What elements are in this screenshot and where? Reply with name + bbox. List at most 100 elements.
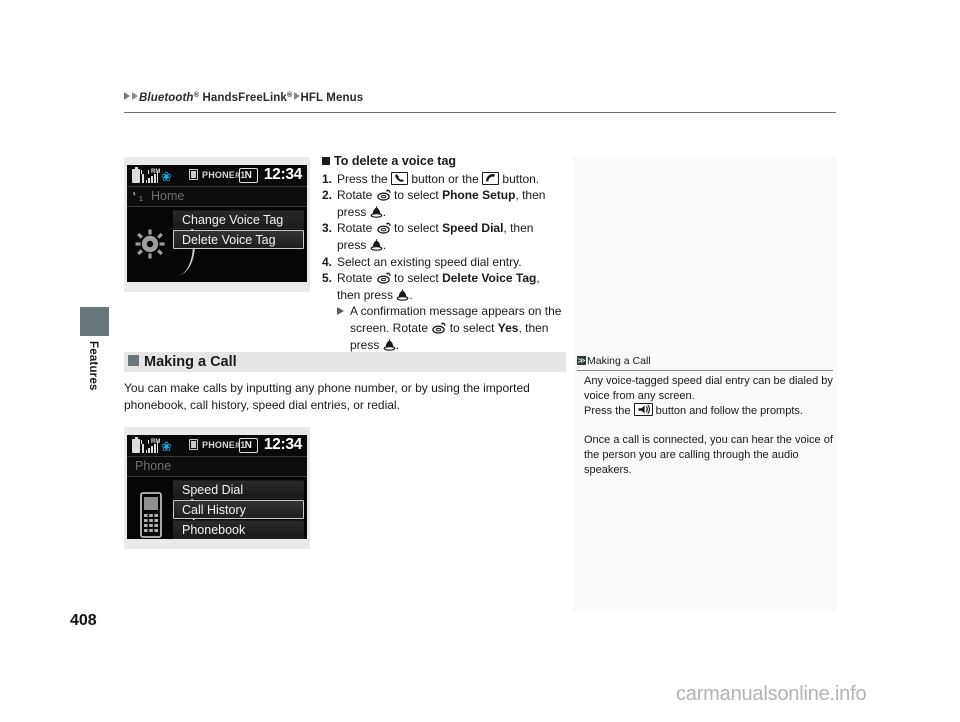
instruction-title: To delete a voice tag xyxy=(322,153,566,170)
roaming-label: RM xyxy=(151,169,161,175)
note-text-2b: button and follow the prompts. xyxy=(652,405,803,418)
step-number-5: 5. xyxy=(322,271,333,286)
enter-knob-icon-sub xyxy=(383,338,396,352)
note-paragraph-2: Press the button and follow the prompts. xyxy=(584,403,834,419)
battery-icon-2 xyxy=(132,437,140,453)
menu-area-2: Speed Dial Call History Phonebook xyxy=(127,477,307,539)
step5-pre: Rotate xyxy=(337,271,376,286)
battery-icon xyxy=(132,167,140,183)
svg-text:1: 1 xyxy=(139,196,143,203)
mobile-phone-icon xyxy=(139,491,165,539)
step-text-5: Rotate to select Delete Voice Tag, then … xyxy=(337,270,566,303)
step2-bold: Phone Setup xyxy=(442,188,516,203)
note-divider xyxy=(577,370,833,371)
menu-item-change-voice-tag[interactable]: Change Voice Tag xyxy=(173,210,304,229)
menu-item-call-history[interactable]: Call History xyxy=(173,500,304,519)
step-number-4: 4. xyxy=(322,254,333,269)
device-screenshot-home-menu: RM ❀ PHONE#1 N 12:34 1 Home Change Voice… xyxy=(124,157,310,292)
instruction-step-1: 1. Press the button or the button. xyxy=(322,171,566,188)
enter-knob-icon-3 xyxy=(370,238,383,252)
clock-2: 12:34 xyxy=(263,436,302,453)
breadcrumb-segment-hfl-menus: HFL Menus xyxy=(300,92,364,104)
menu-item-speed-dial[interactable]: Speed Dial xyxy=(173,480,304,499)
note-marker-icon: ≫ xyxy=(577,356,586,365)
note-text-1: Any voice-tagged speed dial entry can be… xyxy=(584,375,833,402)
instruction-step-2: 2. Rotate to select Phone Setup, then pr… xyxy=(322,187,566,220)
status-bar-left-icons-2: RM ❀ xyxy=(132,437,172,453)
step2-mid: to select xyxy=(390,188,443,203)
note-body: Any voice-tagged speed dial entry can be… xyxy=(584,374,834,477)
status-bar-phone-indicator-2: PHONE#1 xyxy=(189,439,245,450)
instruction-step-4: 4. Select an existing speed dial entry. xyxy=(322,254,566,271)
step2-period: . xyxy=(382,204,387,219)
step1-pre: Press the xyxy=(337,171,392,186)
step3-period: . xyxy=(382,237,387,252)
rotary-knob-icon-sub xyxy=(431,321,446,335)
signal-strength-icon: RM xyxy=(141,169,161,183)
step3-pre: Rotate xyxy=(337,221,376,236)
step1-post: button. xyxy=(499,171,540,186)
device-bezel-top-2 xyxy=(124,427,310,435)
status-bar-right-2: N 12:34 xyxy=(238,436,302,453)
instruction-title-text: To delete a voice tag xyxy=(334,154,457,168)
note-paragraph-1: Any voice-tagged speed dial entry can be… xyxy=(584,374,834,403)
menu-item-delete-voice-tag[interactable]: Delete Voice Tag xyxy=(173,230,304,249)
menu-list: Change Voice Tag Delete Voice Tag xyxy=(173,210,304,250)
sim-card-icon xyxy=(189,169,198,180)
screen-title-row-2: Phone xyxy=(127,457,307,477)
roaming-label-2: RM xyxy=(151,439,161,445)
note-text-3: Once a call is connected, you can hear t… xyxy=(584,434,833,476)
step-text-2: Rotate to select Phone Setup, then press… xyxy=(337,187,566,220)
menu-item-phonebook[interactable]: Phonebook xyxy=(173,520,304,539)
step3-bold: Speed Dial xyxy=(442,221,504,236)
section-square-icon xyxy=(128,355,139,366)
pickup-phone-button-icon xyxy=(391,171,409,185)
section-tab-label: Features xyxy=(87,341,99,391)
substep-period: . xyxy=(395,337,400,352)
gear-position-badge: N xyxy=(238,167,258,183)
note-header-text: Making a Call xyxy=(587,355,651,367)
instruction-step-5: 5. Rotate to select Delete Voice Tag, th… xyxy=(322,270,566,303)
step-number-2: 2. xyxy=(322,188,333,203)
status-bar-right: N 12:34 xyxy=(238,166,302,183)
status-bar-phone-indicator: PHONE#1 xyxy=(189,169,245,180)
rotary-knob-icon-3 xyxy=(376,221,391,235)
device-bezel-bottom-2 xyxy=(124,539,310,549)
hangup-phone-button-icon xyxy=(482,171,500,185)
substep-bold: Yes xyxy=(497,320,519,335)
step5-mid: to select xyxy=(390,271,443,286)
device-bezel-bottom xyxy=(124,282,310,292)
sim-card-icon-2 xyxy=(189,439,198,450)
status-bar-left-icons: RM ❀ xyxy=(132,167,172,183)
gear-icon xyxy=(135,229,165,259)
step-text-1: Press the button or the button. xyxy=(337,171,566,188)
breadcrumb-segment-bluetooth: Bluetooth xyxy=(139,92,194,104)
breadcrumb-arrow-icon-3 xyxy=(293,92,300,100)
note-header: ≫Making a Call xyxy=(577,355,833,367)
watermark: carmanualsonline.info xyxy=(676,683,867,705)
device-bezel-top xyxy=(124,157,310,165)
step-number-1: 1. xyxy=(322,171,333,186)
step5-period: . xyxy=(409,287,413,302)
enter-knob-icon-5 xyxy=(396,288,409,302)
section-body-text: You can make calls by inputting any phon… xyxy=(124,381,530,412)
instruction-list: To delete a voice tag 1. Press the butto… xyxy=(322,153,566,353)
step3-mid: to select xyxy=(390,221,443,236)
step-text-4: Select an existing speed dial entry. xyxy=(337,254,522,269)
step1-mid: button or the xyxy=(408,171,483,186)
clock: 12:34 xyxy=(263,166,302,183)
menu-list-2: Speed Dial Call History Phonebook xyxy=(173,480,304,539)
section-heading: Making a Call xyxy=(128,353,237,372)
breadcrumb: Bluetooth® HandsFreeLink® HFL Menus xyxy=(124,90,363,104)
step5-bold: Delete Voice Tag xyxy=(442,271,537,286)
instruction-substep: A confirmation message appears on the sc… xyxy=(337,303,566,353)
substep-arrow-icon xyxy=(337,303,350,316)
device-screen-2: RM ❀ PHONE#1 N 12:34 Phone Speed Dial Ca… xyxy=(127,435,307,539)
screen-title: Home xyxy=(151,189,185,203)
step-text-3: Rotate to select Speed Dial, then press … xyxy=(337,220,566,253)
voice-button-icon xyxy=(633,403,653,417)
home-handset-icon: 1 xyxy=(133,190,147,203)
bullet-square-icon xyxy=(322,157,330,165)
breadcrumb-arrow-icon-2 xyxy=(132,92,138,100)
breadcrumb-arrow-icon xyxy=(124,92,130,100)
